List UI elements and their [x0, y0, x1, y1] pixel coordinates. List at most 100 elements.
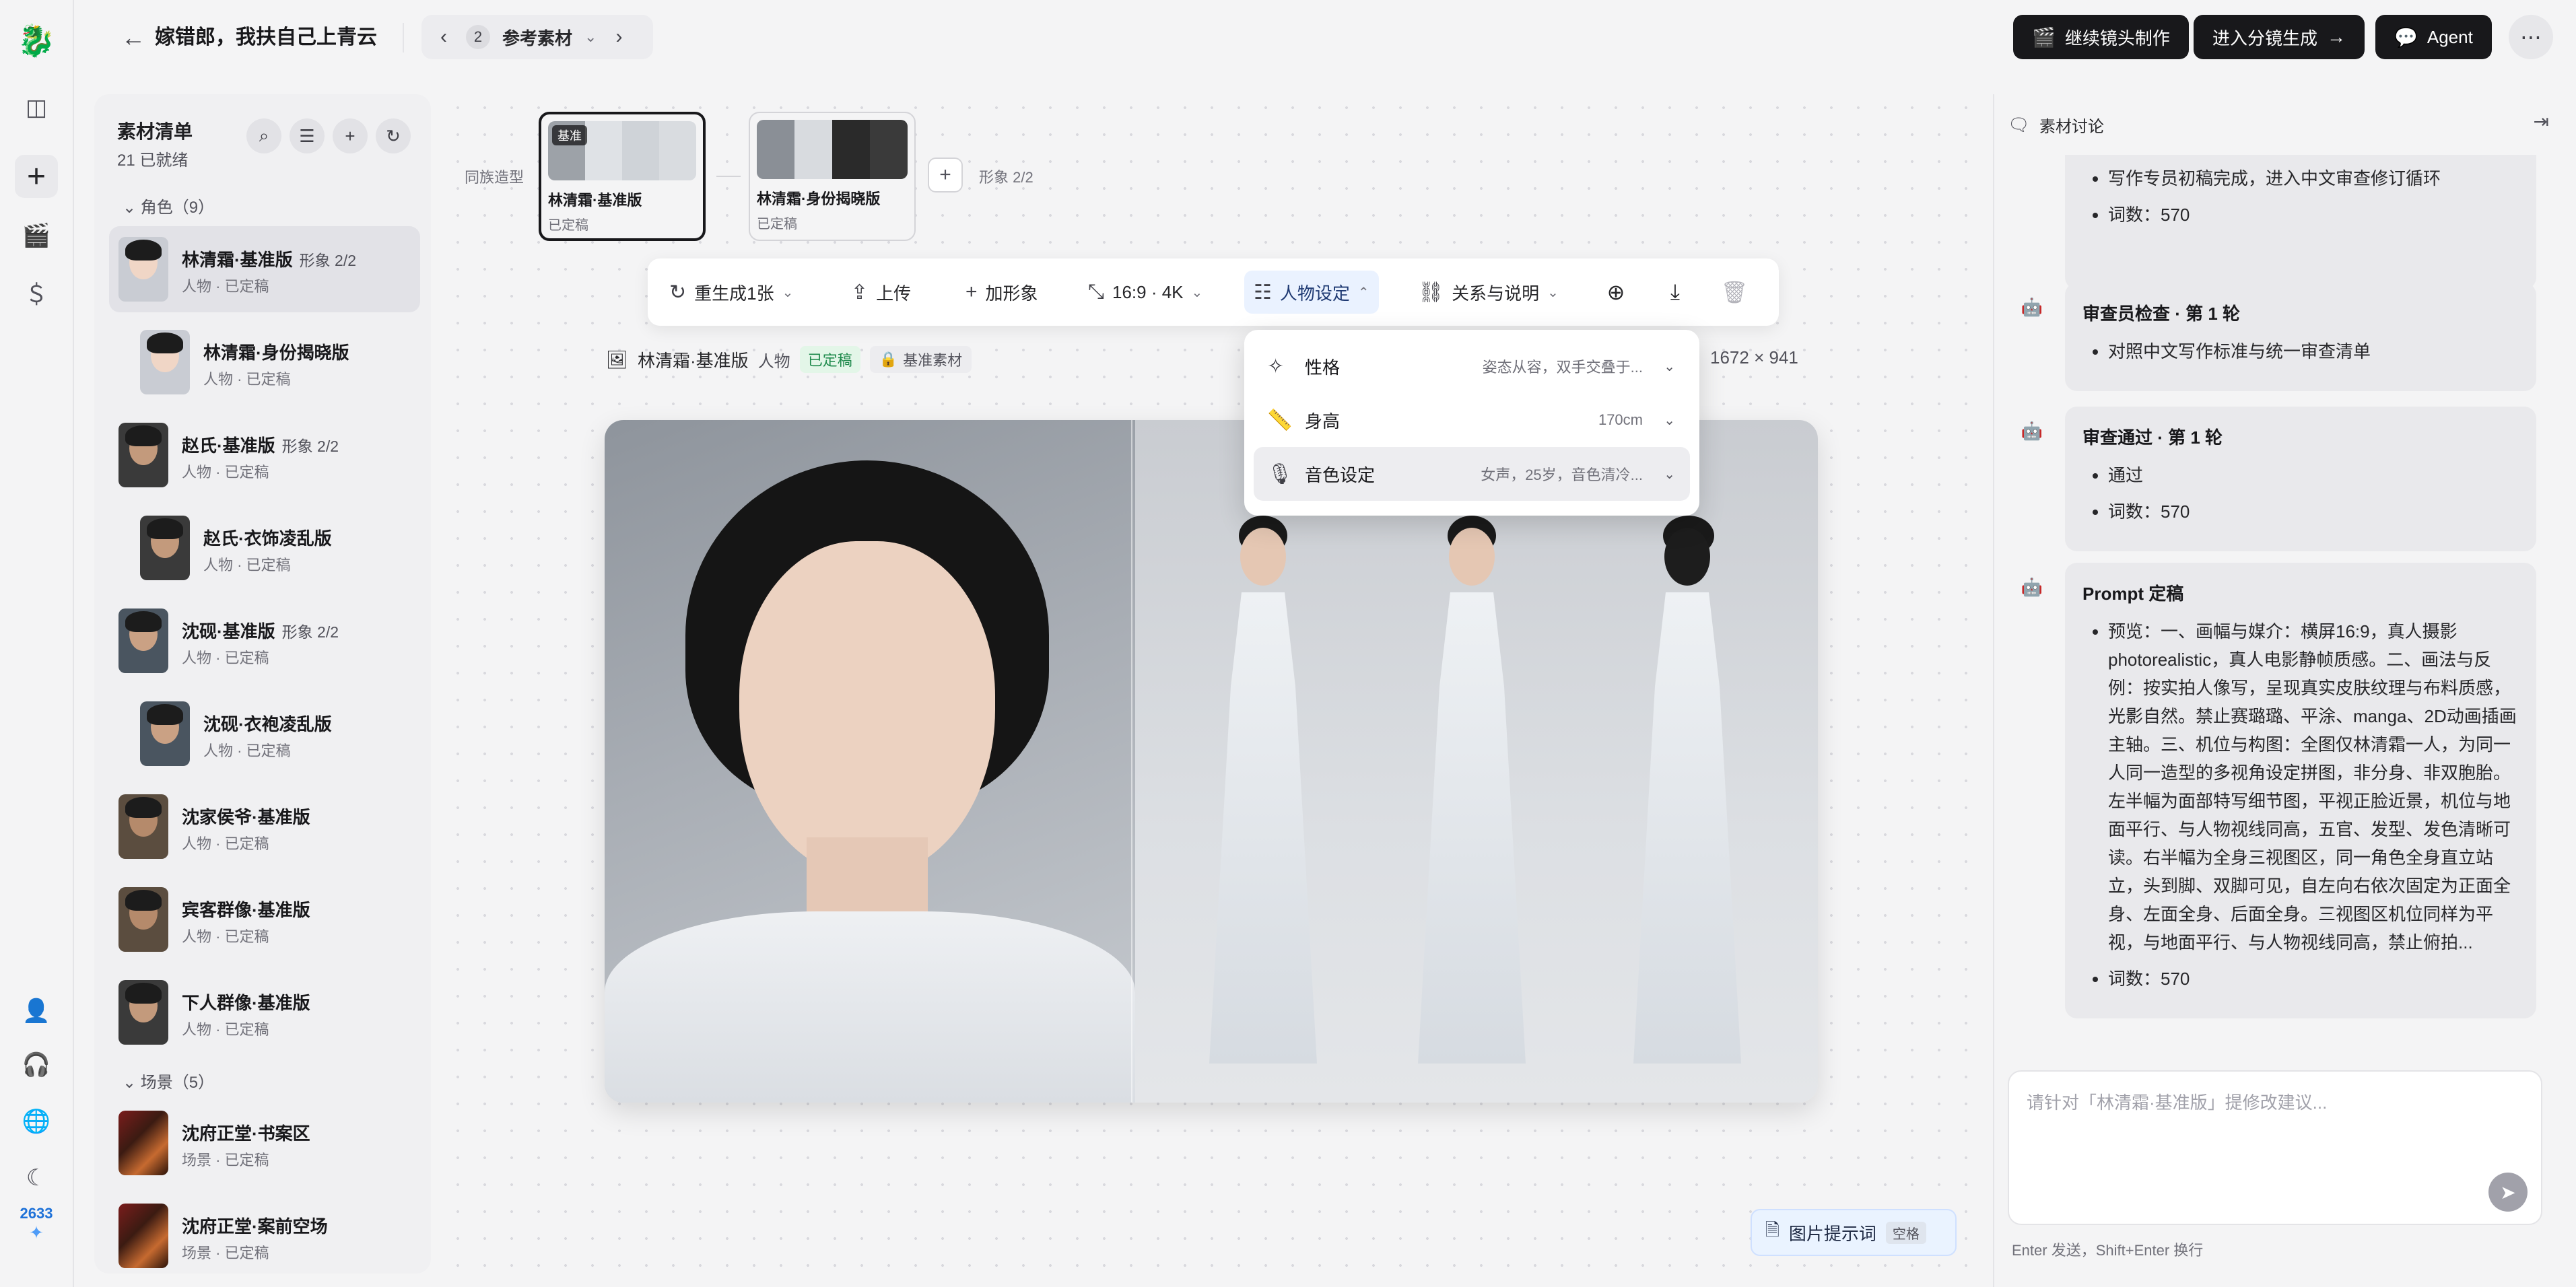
asset-item[interactable]: 下人群像·基准版 人物 · 已定稿	[109, 969, 420, 1055]
plus-icon: +	[345, 125, 355, 146]
message-title: 审查员检查 · 第 1 轮	[2082, 304, 2241, 324]
asset-thumbnail	[118, 887, 168, 952]
image-icon: 🖼	[606, 349, 629, 370]
credit-counter[interactable]: 2633 ✦	[12, 1205, 61, 1243]
image-toolbar: ↻ 重生成1张 ⌄ ⇪ 上传 + 加形象 ⤡ 16:9 · 4K ⌄ ☷ 人物设…	[648, 258, 1779, 326]
group-header-characters[interactable]: ⌄ 角色（9）	[123, 194, 214, 217]
asset-item[interactable]: 赵氏·衣饰凌乱版 人物 · 已定稿	[109, 505, 420, 591]
asset-name: 沈砚·衣袍凌乱版	[203, 714, 332, 734]
chevron-down-icon: ⌄	[1664, 466, 1675, 482]
project-title: 嫁错郎，我扶自己上青云	[155, 26, 377, 48]
base-badge: 基准	[552, 125, 587, 145]
variant-name: 林清霜·身份揭晓版	[757, 190, 881, 207]
asset-name: 宾客群像·基准版	[182, 900, 310, 920]
variant-card[interactable]: 基准 林清霜·基准版 已定稿	[539, 112, 706, 241]
variant-thumbnail	[757, 120, 908, 179]
zoom-in-button[interactable]: ⊕	[1600, 276, 1632, 308]
microphone-icon: 🎙	[1267, 462, 1293, 485]
asset-thumbnail	[140, 516, 190, 580]
asset-thumbnail	[118, 1204, 168, 1268]
composer-hint: Enter 发送，Shift+Enter 换行	[2012, 1242, 2204, 1259]
chevron-down-icon: ⌄	[123, 199, 141, 217]
step-label[interactable]: 参考素材	[502, 25, 572, 50]
continue-shots-button[interactable]: 🎬 继续镜头制作	[2013, 15, 2189, 59]
agent-button[interactable]: 💬 Agent	[2375, 15, 2492, 59]
header-divider	[403, 23, 404, 53]
add-asset-button[interactable]: +	[333, 118, 368, 153]
app-logo-icon[interactable]: 🐉	[15, 19, 58, 62]
asset-item[interactable]: 沈砚·衣袍凌乱版 人物 · 已定稿	[109, 691, 420, 777]
asset-meta: 人物 · 已定稿	[203, 557, 291, 573]
send-button[interactable]: ➤	[2488, 1173, 2528, 1212]
upload-button[interactable]: ⇪ 上传	[842, 271, 920, 314]
moon-icon[interactable]: ☾	[15, 1156, 58, 1199]
headphones-icon[interactable]: 🎧	[15, 1043, 58, 1086]
info-name: 林清霜·基准版	[638, 350, 749, 371]
search-button[interactable]: ⌕	[246, 118, 281, 153]
asset-meta: 人物 · 已定稿	[182, 835, 269, 852]
variant-name: 林清霜·基准版	[548, 192, 642, 209]
dropdown-item-voice[interactable]: 🎙 音色设定 女声，25岁，音色清冷... ⌄	[1254, 447, 1690, 501]
asset-tag: 形象 2/2	[281, 438, 339, 455]
add-look-label: 加形象	[985, 283, 1038, 304]
trash-icon: 🗑	[1720, 280, 1749, 304]
user-icon[interactable]: 👤	[15, 989, 58, 1033]
asset-thumbnail	[140, 330, 190, 394]
delete-button[interactable]: 🗑	[1718, 276, 1751, 308]
dropdown-item-personality[interactable]: ✧ 性格 姿态从容，双手交叠于... ⌄	[1254, 339, 1690, 393]
character-settings-dropdown: ✧ 性格 姿态从容，双手交叠于... ⌄ 📏 身高 170cm ⌄ 🎙 音色设定…	[1244, 330, 1699, 516]
dropdown-item-height[interactable]: 📏 身高 170cm ⌄	[1254, 393, 1690, 447]
ratio-select[interactable]: ⤡ 16:9 · 4K ⌄	[1079, 271, 1212, 314]
clapperboard-icon[interactable]: 🎬	[15, 214, 58, 257]
group-header-scenes[interactable]: ⌄ 场景（5）	[123, 1069, 214, 1092]
globe-icon[interactable]: 🌐	[15, 1100, 58, 1143]
asset-item[interactable]: 沈家侯爷·基准版 人物 · 已定稿	[109, 784, 420, 870]
more-button[interactable]: ⋯	[2509, 15, 2553, 59]
download-button[interactable]: ⤓	[1659, 276, 1691, 308]
message-bullet: 写作专员初稿完成，进入中文审查修订循环	[2108, 164, 2519, 193]
group-label: 场景（5）	[140, 1074, 215, 1092]
plus-icon: +	[965, 281, 978, 303]
asset-meta: 人物 · 已定稿	[203, 371, 291, 388]
asset-item[interactable]: 林清霜·基准版 形象 2/2 人物 · 已定稿	[109, 226, 420, 312]
enter-storyboard-button[interactable]: 进入分镜生成 →	[2194, 15, 2365, 59]
regenerate-button[interactable]: ↻ 重生成1张 ⌄	[660, 271, 803, 314]
dollar-icon[interactable]: ＄	[15, 271, 58, 314]
chevron-right-icon[interactable]: ›	[609, 26, 629, 48]
step-pager: ‹ 2 参考素材 ⌄ ›	[421, 15, 653, 59]
new-project-button[interactable]: +	[15, 155, 58, 198]
agent-label: Agent	[2427, 26, 2473, 47]
continue-shots-label: 继续镜头制作	[2064, 28, 2170, 48]
message-bullet: 预览：一、画幅与媒介：横屏16:9，真人摄影photorealistic，真人电…	[2108, 617, 2519, 956]
back-button[interactable]: ←	[114, 19, 152, 57]
add-variant-button[interactable]: +	[928, 158, 963, 193]
reference-image[interactable]	[605, 420, 1818, 1103]
plus-icon: +	[939, 164, 951, 186]
relations-button[interactable]: ⛓ 关系与说明 ⌄	[1409, 271, 1568, 314]
chevron-down-icon[interactable]: ⌄	[584, 28, 597, 46]
image-prompt-button[interactable]: 🗎 图片提示词 空格	[1751, 1209, 1957, 1256]
asset-item[interactable]: 林清霜·身份揭晓版 人物 · 已定稿	[109, 319, 420, 405]
discussion-header: 🗨 素材讨论	[2008, 113, 2104, 137]
filter-button[interactable]: ☰	[290, 118, 325, 153]
dropdown-value: 170cm	[1598, 411, 1643, 428]
asset-item[interactable]: 赵氏·基准版 形象 2/2 人物 · 已定稿	[109, 412, 420, 498]
add-look-button[interactable]: + 加形象	[956, 271, 1048, 314]
discussion-message: 审查通过 · 第 1 轮 通过 词数：570	[2065, 407, 2536, 551]
asset-item[interactable]: 沈府正堂·书案区 场景 · 已定稿	[109, 1100, 420, 1186]
chevron-left-icon[interactable]: ‹	[434, 26, 454, 48]
variant-card[interactable]: 林清霜·身份揭晓版 已定稿	[749, 112, 916, 241]
character-settings-button[interactable]: ☷ 人物设定 ⌃	[1244, 271, 1379, 314]
arrow-right-icon: →	[2327, 26, 2346, 47]
suggestion-composer[interactable]: 请针对「林清霜·基准版」提修改建议... ➤	[2008, 1070, 2542, 1225]
sidebar-toggle-icon[interactable]: ◫	[15, 86, 58, 129]
chevron-down-icon[interactable]: ⌄	[782, 284, 794, 301]
step-number: 2	[466, 25, 490, 49]
asset-item[interactable]: 沈砚·基准版 形象 2/2 人物 · 已定稿	[109, 598, 420, 684]
refresh-button[interactable]: ↻	[376, 118, 411, 153]
ruler-icon: 📏	[1267, 409, 1293, 431]
asset-item[interactable]: 沈府正堂·案前空场 场景 · 已定稿	[109, 1193, 420, 1274]
asset-item[interactable]: 宾客群像·基准版 人物 · 已定稿	[109, 876, 420, 963]
collapse-panel-button[interactable]: ⇥	[2534, 110, 2549, 133]
asset-list-count: 21 已就绪	[117, 151, 189, 170]
